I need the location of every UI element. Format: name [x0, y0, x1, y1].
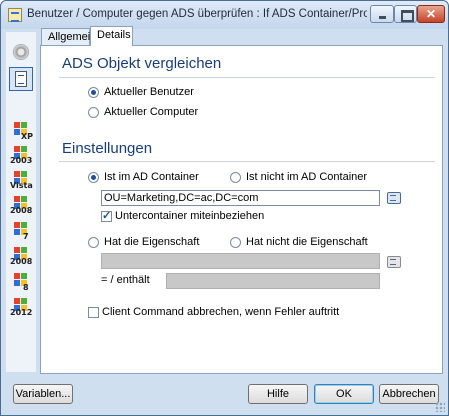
radio-not-in-container[interactable] — [230, 172, 241, 183]
section-divider — [59, 77, 435, 78]
equals-input[interactable] — [166, 273, 380, 289]
abort-on-error-checkbox[interactable] — [88, 307, 99, 318]
browse-property-icon[interactable] — [386, 254, 402, 270]
radio-in-container-label[interactable]: Ist im AD Container — [104, 171, 199, 183]
os-label: 2008 — [10, 206, 33, 215]
radio-in-container[interactable] — [88, 172, 99, 183]
section-divider — [59, 161, 435, 162]
title-bar[interactable]: Benutzer / Computer gegen ADS überprüfen… — [1, 1, 448, 29]
os-label: Vista — [10, 181, 33, 190]
radio-current-user-label[interactable]: Aktueller Benutzer — [104, 86, 194, 98]
os-label: 7 — [23, 232, 29, 241]
include-subcontainers-checkbox[interactable] — [101, 209, 112, 222]
window-title: Benutzer / Computer gegen ADS überprüfen… — [27, 8, 367, 20]
tab-allgemein[interactable]: Allgemein — [41, 28, 96, 45]
radio-has-not-property[interactable] — [230, 237, 241, 248]
radio-has-not-property-label[interactable]: Hat nicht die Eigenschaft — [246, 236, 368, 248]
maximize-button[interactable] — [394, 5, 417, 23]
radio-current-user[interactable] — [88, 87, 99, 98]
close-button[interactable] — [417, 5, 445, 23]
os-label: XP — [21, 132, 34, 141]
os-label: 8 — [23, 283, 29, 292]
abort-on-error-label[interactable]: Client Command abbrechen, wenn Fehler au… — [102, 306, 339, 318]
app-icon — [8, 8, 22, 22]
property-input[interactable] — [101, 253, 380, 269]
minimize-button[interactable] — [370, 5, 394, 23]
radio-not-in-container-label[interactable]: Ist nicht im AD Container — [246, 171, 367, 183]
ads-section-title: ADS Objekt vergleichen — [62, 55, 222, 72]
list-details-icon[interactable] — [9, 67, 33, 91]
radio-current-computer[interactable] — [88, 107, 99, 118]
variables-button[interactable]: Variablen... — [13, 384, 73, 404]
equals-label: = / enthält — [101, 274, 150, 286]
dialog-window: Benutzer / Computer gegen ADS überprüfen… — [0, 0, 449, 416]
radio-current-computer-label[interactable]: Aktueller Computer — [104, 106, 198, 118]
cancel-button[interactable]: Abbrechen — [379, 384, 439, 404]
browse-container-icon[interactable] — [386, 190, 402, 206]
settings-circle-icon[interactable] — [13, 44, 29, 60]
include-subcontainers-label[interactable]: Untercontainer miteinbeziehen — [115, 210, 264, 222]
radio-has-property-label[interactable]: Hat die Eigenschaft — [104, 236, 199, 248]
help-button[interactable]: Hilfe — [248, 384, 308, 404]
radio-has-property[interactable] — [88, 237, 99, 248]
tab-details[interactable]: Details — [90, 26, 133, 46]
os-label: 2008 — [10, 257, 33, 266]
ok-button[interactable]: OK — [314, 384, 374, 404]
settings-section-title: Einstellungen — [62, 140, 153, 157]
os-label: 2003 — [10, 156, 33, 165]
sidebar: XP 2003 Vista 2008 7 2008 8 2012 — [6, 32, 36, 372]
resize-grip[interactable] — [435, 402, 445, 412]
os-label: 2012 — [10, 308, 33, 317]
details-panel: ADS Objekt vergleichen Aktueller Benutze… — [40, 45, 443, 374]
container-input[interactable]: OU=Marketing,DC=ac,DC=com — [101, 190, 380, 206]
